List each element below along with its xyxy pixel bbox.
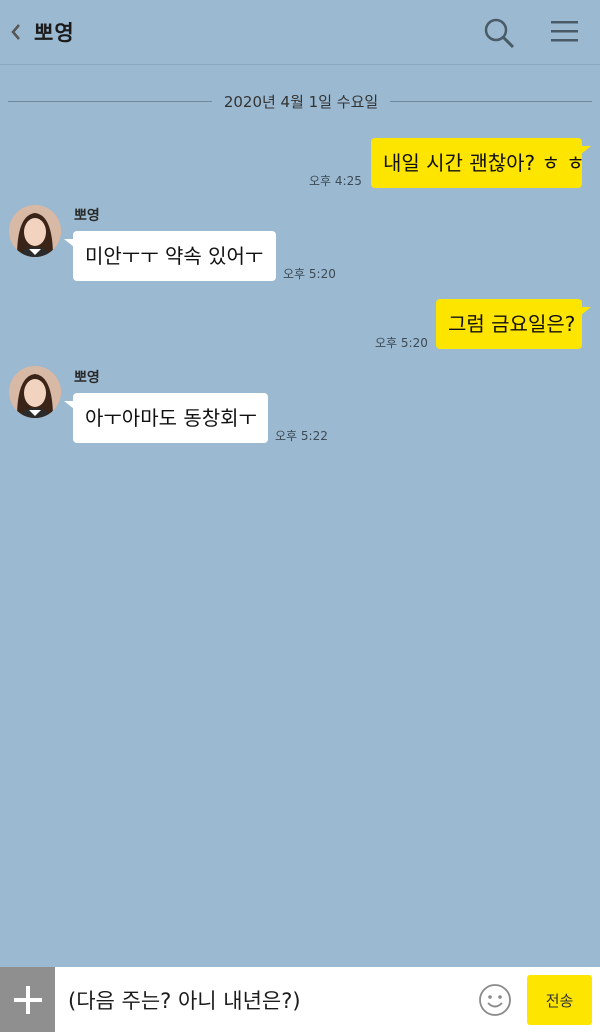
date-divider: 2020년 4월 1일 수요일 bbox=[8, 88, 592, 116]
their-message-bubble[interactable]: 아ㅜ아마도 동창회ㅜ bbox=[64, 393, 268, 443]
date-label: 2020년 4월 1일 수요일 bbox=[223, 93, 379, 111]
message-input[interactable]: (다음 주는? 아니 내년은?) bbox=[68, 985, 301, 1015]
avatar[interactable] bbox=[9, 205, 61, 257]
sender-name: 뽀영 bbox=[74, 370, 100, 386]
message-input-bar: (다음 주는? 아니 내년은?) 전송 bbox=[0, 967, 600, 1032]
their-message-bubble[interactable]: 미안ㅜㅜ 약속 있어ㅜ bbox=[64, 231, 276, 281]
avatar[interactable] bbox=[9, 366, 61, 418]
chat-header: 뽀영 bbox=[0, 0, 600, 65]
message-time: 오후 4:25 bbox=[309, 174, 362, 188]
message-time: 오후 5:20 bbox=[283, 267, 336, 281]
chevron-left-icon[interactable] bbox=[6, 18, 26, 46]
emoticon-icon[interactable] bbox=[478, 983, 512, 1017]
divider-line bbox=[390, 101, 592, 102]
send-button[interactable]: 전송 bbox=[527, 975, 592, 1025]
my-message-bubble[interactable]: 그럼 금요일은? bbox=[436, 299, 591, 349]
hamburger-menu-icon[interactable] bbox=[549, 18, 581, 46]
sender-name: 뽀영 bbox=[74, 208, 100, 224]
my-message-bubble[interactable]: 내일 시간 괜찮아? ㅎ ㅎ bbox=[371, 138, 591, 188]
message-time: 오후 5:20 bbox=[375, 336, 428, 350]
message-time: 오후 5:22 bbox=[275, 429, 328, 443]
chat-title: 뽀영 bbox=[34, 21, 75, 45]
search-icon[interactable] bbox=[482, 16, 516, 50]
divider-line bbox=[8, 101, 212, 102]
plus-icon[interactable] bbox=[0, 967, 55, 1032]
